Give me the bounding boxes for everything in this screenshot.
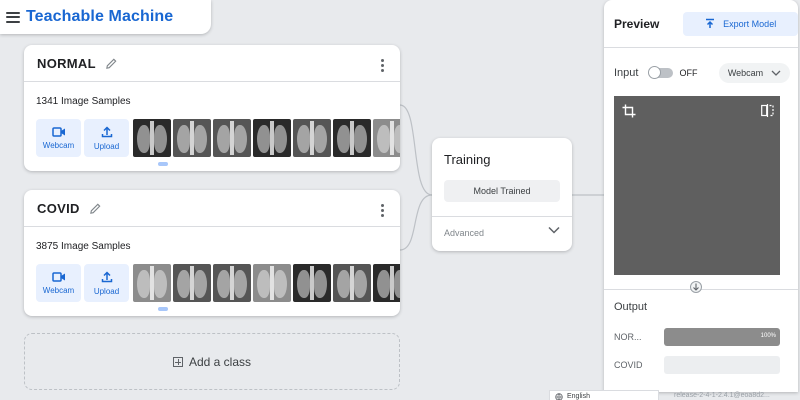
upload-icon bbox=[101, 270, 112, 282]
input-label: Input bbox=[614, 67, 639, 79]
app-header: Teachable Machine bbox=[0, 0, 211, 34]
webcam-label: Webcam bbox=[42, 140, 75, 150]
sample-thumbnail[interactable] bbox=[253, 264, 291, 302]
train-model-button[interactable]: Model Trained bbox=[444, 180, 560, 202]
class-card-normal: NORMAL 1341 Image Samples Webcam Upload bbox=[24, 45, 400, 171]
upload-icon bbox=[101, 125, 112, 137]
sample-thumbnail[interactable] bbox=[173, 119, 211, 157]
class-card-covid: COVID 3875 Image Samples Webcam Upload bbox=[24, 190, 400, 316]
globe-icon bbox=[555, 393, 563, 400]
thumbnail-scrollbar[interactable] bbox=[158, 307, 168, 311]
output-class-label: COVID bbox=[614, 360, 643, 370]
sample-thumbnail[interactable] bbox=[293, 119, 331, 157]
language-select[interactable]: English bbox=[549, 390, 659, 400]
chevron-down-icon bbox=[771, 70, 781, 76]
sample-thumbnail[interactable] bbox=[373, 264, 400, 302]
class-header: COVID bbox=[24, 190, 400, 227]
input-toggle[interactable] bbox=[648, 66, 674, 79]
sample-thumbnail[interactable] bbox=[173, 264, 211, 302]
add-class-label: Add a class bbox=[188, 354, 252, 369]
thumbnail-strip[interactable] bbox=[133, 264, 400, 302]
thumbnail-strip[interactable] bbox=[133, 119, 400, 157]
sample-thumbnail[interactable] bbox=[333, 119, 371, 157]
chevron-down-icon[interactable] bbox=[548, 226, 560, 234]
arrow-down-icon bbox=[690, 281, 702, 293]
preview-panel: Preview Export Model Input OFF Webcam Ou… bbox=[604, 0, 798, 392]
export-model-button[interactable]: Export Model bbox=[683, 11, 798, 36]
upload-button[interactable]: Upload bbox=[84, 264, 129, 302]
confidence-percent: 100% bbox=[760, 333, 776, 339]
sample-count: 3875 Image Samples bbox=[36, 241, 131, 252]
class-name[interactable]: COVID bbox=[37, 201, 80, 216]
advanced-toggle[interactable]: Advanced bbox=[444, 228, 484, 238]
videocam-icon bbox=[51, 271, 65, 282]
toggle-state: OFF bbox=[679, 68, 698, 78]
sample-thumbnail[interactable] bbox=[293, 264, 331, 302]
export-label: Export Model bbox=[723, 18, 777, 29]
sample-thumbnail[interactable] bbox=[213, 264, 251, 302]
upload-label: Upload bbox=[93, 286, 120, 296]
sample-thumbnail[interactable] bbox=[133, 264, 171, 302]
pencil-icon[interactable] bbox=[105, 57, 118, 70]
sample-thumbnail[interactable] bbox=[253, 119, 291, 157]
class-name[interactable]: NORMAL bbox=[37, 56, 96, 71]
more-vert-icon[interactable] bbox=[381, 204, 384, 217]
add-class-button[interactable]: Add a class bbox=[24, 333, 400, 390]
sample-thumbnail[interactable] bbox=[373, 119, 400, 157]
menu-icon[interactable] bbox=[6, 11, 20, 23]
videocam-icon bbox=[51, 126, 65, 137]
sample-thumbnail[interactable] bbox=[133, 119, 171, 157]
class-header: NORMAL bbox=[24, 45, 400, 82]
release-label: release-2-4-1-2.4.1@eoa8d2... bbox=[674, 392, 770, 399]
confidence-bar: 100% bbox=[664, 328, 780, 346]
sample-thumbnail[interactable] bbox=[213, 119, 251, 157]
webcam-button[interactable]: Webcam bbox=[36, 264, 81, 302]
input-source-value: Webcam bbox=[727, 68, 764, 78]
thumbnail-scrollbar[interactable] bbox=[158, 162, 168, 166]
output-row: NOR... 100% bbox=[614, 328, 780, 346]
output-class-label: NOR... bbox=[614, 332, 642, 342]
input-source-select[interactable]: Webcam bbox=[719, 63, 790, 83]
upload-label: Upload bbox=[93, 141, 120, 151]
sample-count: 1341 Image Samples bbox=[36, 96, 131, 107]
add-box-icon bbox=[172, 356, 183, 367]
output-row: COVID bbox=[614, 356, 780, 374]
divider bbox=[432, 216, 572, 217]
training-panel: Training Model Trained Advanced bbox=[432, 138, 572, 251]
webcam-preview bbox=[614, 96, 780, 275]
pencil-icon[interactable] bbox=[89, 202, 102, 215]
app-title[interactable]: Teachable Machine bbox=[26, 8, 173, 26]
more-vert-icon[interactable] bbox=[381, 59, 384, 72]
preview-title: Preview bbox=[614, 16, 660, 31]
sample-thumbnail[interactable] bbox=[333, 264, 371, 302]
export-icon bbox=[706, 18, 715, 28]
webcam-label: Webcam bbox=[42, 285, 75, 295]
upload-button[interactable]: Upload bbox=[84, 119, 129, 157]
crop-icon[interactable] bbox=[622, 104, 636, 118]
language-label: English bbox=[567, 393, 590, 400]
webcam-button[interactable]: Webcam bbox=[36, 119, 81, 157]
flip-icon[interactable] bbox=[761, 104, 774, 117]
confidence-bar bbox=[664, 356, 780, 374]
training-title: Training bbox=[444, 152, 491, 167]
output-title: Output bbox=[614, 301, 648, 313]
